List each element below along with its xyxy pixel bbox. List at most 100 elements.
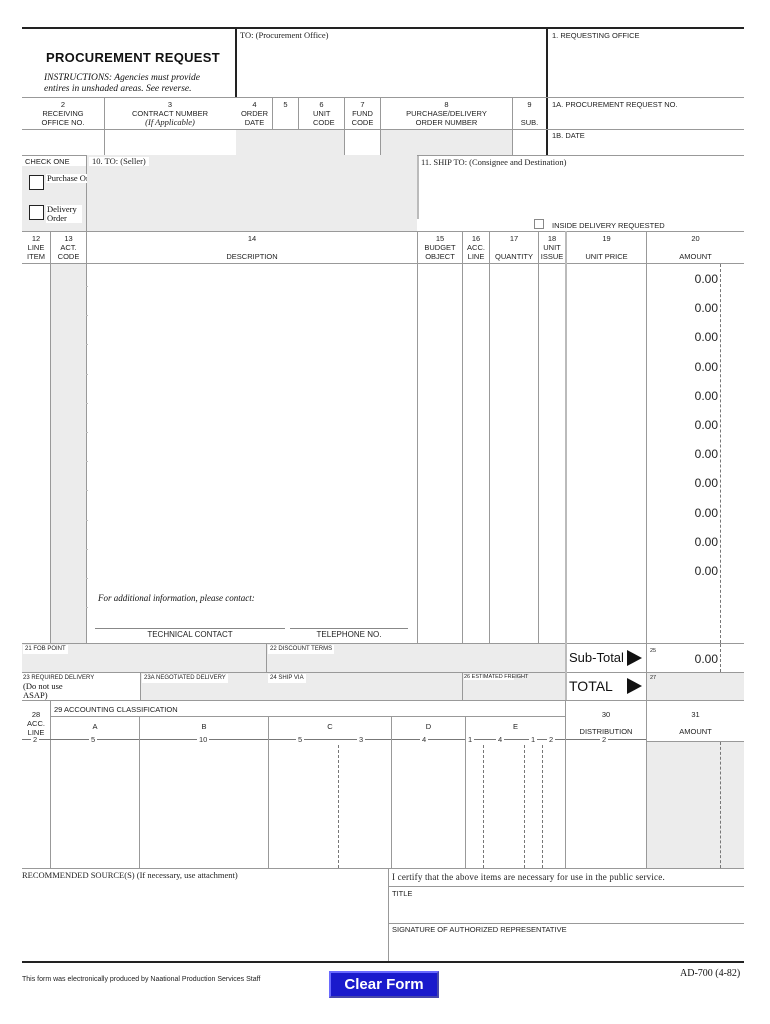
row-tick xyxy=(86,402,88,404)
acc-line-width: 2 xyxy=(31,735,40,744)
row-tick xyxy=(86,315,88,317)
amount-value[interactable]: 0.00 xyxy=(658,447,718,461)
receiving-office-input[interactable] xyxy=(22,130,104,155)
acc-col-e-width-1: 1 xyxy=(466,735,475,744)
acc-col-c-width-2: 3 xyxy=(357,735,366,744)
amount-value[interactable]: 0.00 xyxy=(658,506,718,520)
cents-divider xyxy=(720,264,721,643)
amount-value[interactable]: 0.00 xyxy=(658,330,718,344)
rule xyxy=(646,643,647,700)
signature-input[interactable] xyxy=(389,935,744,961)
ship-to-label: 11. SHIP TO: (Consignee and Destination) xyxy=(421,157,567,167)
rule xyxy=(50,231,51,643)
col-16-header: 16 ACC. LINE xyxy=(467,234,485,261)
total-label: TOTAL xyxy=(569,678,613,694)
required-delivery-input[interactable] xyxy=(85,681,139,699)
acc-e-input[interactable] xyxy=(466,745,565,868)
inside-delivery-checkbox[interactable] xyxy=(534,219,544,229)
row-tick xyxy=(86,548,88,550)
required-delivery-note: (Do not use ASAP) xyxy=(23,681,63,700)
acc-col-c: C xyxy=(327,722,333,731)
accounting-title: 29 ACCOUNTING CLASSIFICATION xyxy=(54,705,178,714)
purchase-order-checkbox[interactable] xyxy=(29,175,44,190)
contact-note: For additional information, please conta… xyxy=(98,593,255,603)
title-input[interactable] xyxy=(389,899,744,923)
acc-line-input[interactable] xyxy=(22,745,50,868)
row-tick xyxy=(86,344,88,346)
acc-a-input[interactable] xyxy=(51,745,139,868)
rule xyxy=(22,868,744,869)
instructions: INSTRUCTIONS: Agencies must provide enti… xyxy=(44,73,200,94)
row-tick xyxy=(86,578,88,579)
amount-value[interactable]: 0.00 xyxy=(658,418,718,432)
rule xyxy=(22,263,744,264)
row-tick xyxy=(86,373,88,375)
distribution-input[interactable] xyxy=(566,745,646,868)
amount-value[interactable]: 0.00 xyxy=(658,564,718,578)
cents-divider xyxy=(720,644,721,672)
acc-col-e-width-2: 4 xyxy=(496,735,505,744)
acc-col-d: D xyxy=(425,722,432,731)
amount-value[interactable]: 0.00 xyxy=(658,476,718,490)
col-20-header: 20 AMOUNT xyxy=(679,234,712,261)
col-14-header: 14 DESCRIPTION xyxy=(226,234,278,261)
col-13-header: 13 ACT. CODE xyxy=(57,234,80,261)
acc-amount-header: 31 AMOUNT xyxy=(679,710,712,736)
recommended-label: RECOMMENDED SOURCE(S) (If necessary, use… xyxy=(22,870,238,880)
clear-form-button[interactable]: Clear Form xyxy=(329,971,439,998)
acc-col-b: B xyxy=(201,722,207,731)
date-field[interactable] xyxy=(548,139,744,155)
acc-line-header: 28 ACC. LINE xyxy=(27,710,45,737)
col-19-header: 19 UNIT PRICE xyxy=(585,234,628,261)
col-12-header: 12 LINE ITEM xyxy=(27,234,45,261)
telephone-input[interactable] xyxy=(290,612,408,628)
total-arrow-icon xyxy=(627,678,642,694)
field-7-header: 7 FUND CODE xyxy=(351,100,374,127)
row-tick xyxy=(86,607,88,609)
subtotal-num: 25 xyxy=(650,648,657,654)
amount-value[interactable]: 0.00 xyxy=(658,389,718,403)
contract-number-input[interactable] xyxy=(105,130,235,155)
requesting-office-field[interactable] xyxy=(548,40,744,96)
certify-text: I certify that the above items are neces… xyxy=(392,872,665,882)
delivery-order-label: Delivery Order xyxy=(46,205,82,223)
subtotal-value: 0.00 xyxy=(694,652,718,666)
seller-field[interactable] xyxy=(87,155,417,231)
total-num: 27 xyxy=(650,675,657,681)
acc-col-a-width: 5 xyxy=(89,735,98,744)
to-procurement-field[interactable] xyxy=(237,40,546,96)
signature-label: SIGNATURE OF AUTHORIZED REPRESENTATIVE xyxy=(392,925,567,934)
rule xyxy=(417,155,744,156)
amount-value[interactable]: 0.00 xyxy=(658,272,718,286)
recommended-input[interactable] xyxy=(22,882,387,960)
shaded-fields-4-6 xyxy=(236,130,344,155)
rule xyxy=(86,231,87,643)
rule xyxy=(489,231,490,643)
acc-c-input[interactable] xyxy=(269,745,391,868)
inside-delivery-label: INSIDE DELIVERY REQUESTED xyxy=(552,221,665,230)
row-tick xyxy=(86,490,88,492)
rule xyxy=(22,700,744,701)
amount-value[interactable]: 0.00 xyxy=(658,360,718,374)
ship-to-field[interactable] xyxy=(419,168,744,216)
delivery-order-checkbox[interactable] xyxy=(29,205,44,220)
field-5-header: 5 xyxy=(283,100,288,109)
top-rule xyxy=(22,27,744,29)
order-number-shaded xyxy=(381,130,512,155)
acc-col-e-width-4: 2 xyxy=(547,735,556,744)
acc-b-input[interactable] xyxy=(140,745,268,868)
request-no-field[interactable] xyxy=(548,108,744,128)
amount-value[interactable]: 0.00 xyxy=(658,301,718,315)
row-tick xyxy=(86,432,88,433)
amount-value[interactable]: 0.00 xyxy=(658,535,718,549)
sub-input[interactable] xyxy=(513,130,546,155)
fund-code-input[interactable] xyxy=(345,130,380,155)
technical-contact-input[interactable] xyxy=(95,612,285,628)
field-2-header: 2 RECEIVING OFFICE NO. xyxy=(41,100,85,127)
distribution-width: 2 xyxy=(600,735,609,744)
rule xyxy=(389,923,744,924)
technical-contact-label: TECHNICAL CONTACT xyxy=(147,630,233,639)
acc-d-input[interactable] xyxy=(392,745,465,868)
distribution-header: 30 DISTRIBUTION xyxy=(579,710,633,736)
act-code-shaded-column xyxy=(51,264,87,643)
